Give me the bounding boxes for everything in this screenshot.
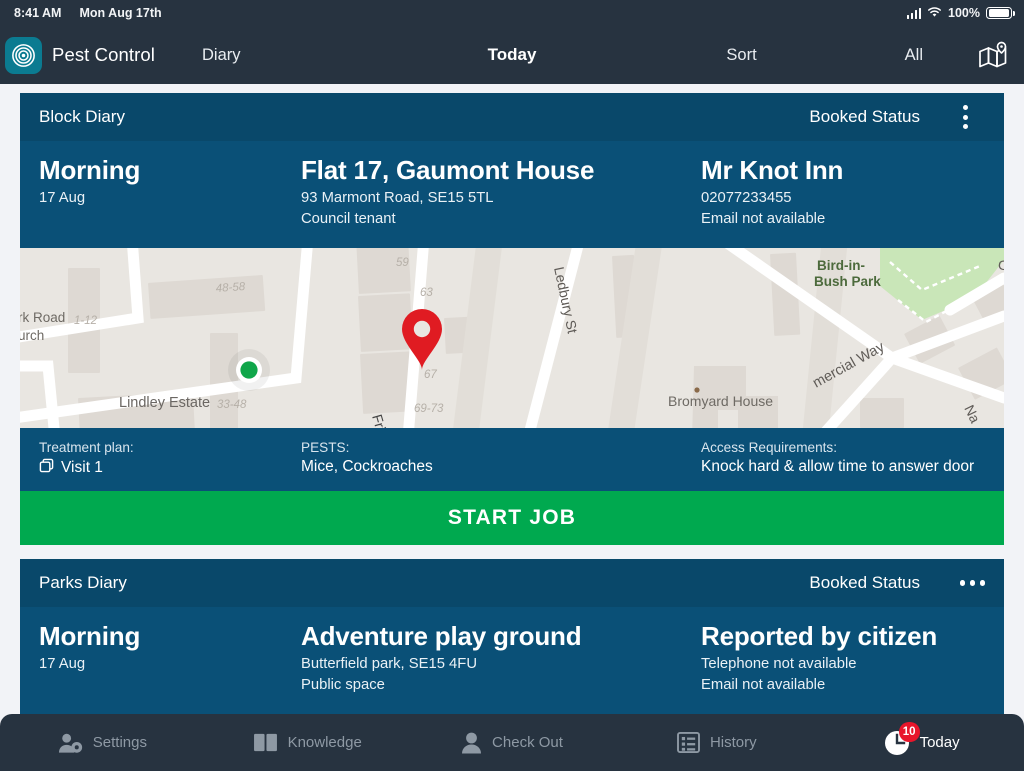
site-type: Council tenant	[301, 211, 396, 228]
site-column: Flat 17, Gaumont House 93 Marmont Road, …	[301, 155, 701, 230]
treatment-plan-value: Visit 1	[61, 459, 103, 477]
tab-label: Settings	[92, 734, 147, 751]
cellular-signal-icon	[906, 7, 922, 19]
svg-text:Bush Park: Bush Park	[814, 274, 881, 289]
contact-email: Email not available	[701, 211, 826, 228]
site-type: Public space	[301, 677, 385, 694]
contact-name: Reported by citizen	[701, 621, 938, 652]
battery-percent: 100%	[948, 6, 980, 20]
treatment-plan-block: Treatment plan: Visit 1	[39, 440, 301, 478]
overflow-menu-horizontal-icon[interactable]	[945, 580, 985, 586]
status-date: Mon Aug 17th	[79, 6, 162, 20]
open-book-icon	[253, 732, 278, 753]
access-block: Access Requirements: Knock hard & allow …	[701, 440, 985, 478]
contact-phone: Telephone not available	[701, 656, 857, 673]
tab-label: History	[709, 734, 757, 751]
svg-text:rk Road: rk Road	[20, 310, 65, 325]
diary-type-label: Parks Diary	[39, 573, 127, 593]
appointment-date: 17 Aug	[39, 190, 86, 207]
status-badge: Booked Status	[809, 573, 920, 593]
svg-text:69-73: 69-73	[414, 403, 444, 415]
target-logo-icon	[5, 36, 42, 74]
appointment-period: Morning	[39, 621, 141, 652]
clock-icon: 10	[884, 721, 920, 756]
job-details-strip: Treatment plan: Visit 1 PESTS: Mice, Coc…	[20, 428, 1004, 491]
svg-text:Bird-in-: Bird-in-	[817, 258, 865, 273]
appointment-time-column: Morning 17 Aug	[39, 155, 301, 230]
contact-email: Email not available	[701, 677, 826, 694]
start-job-button[interactable]: START JOB	[20, 491, 1004, 546]
list-icon	[676, 732, 700, 753]
treatment-plan-value-row: Visit 1	[39, 458, 301, 478]
tab-settings[interactable]: Settings	[0, 732, 205, 754]
person-icon	[461, 732, 482, 754]
pests-value: Mice, Cockroaches	[301, 458, 433, 476]
svg-text:59: 59	[396, 257, 409, 269]
svg-text:Lindley Estate: Lindley Estate	[119, 395, 210, 411]
wifi-icon	[927, 6, 942, 21]
access-requirements-label: Access Requirements:	[701, 440, 837, 456]
contact-phone: 02077233455	[701, 190, 792, 207]
nav-all-filter-button[interactable]: All	[905, 46, 923, 65]
current-location-dot-icon	[228, 349, 270, 392]
diary-card-block[interactable]: Block Diary Booked Status Morning 17 Aug…	[20, 93, 1004, 546]
contact-column: Mr Knot Inn 02077233455 Email not availa…	[701, 155, 985, 230]
site-address: 93 Marmont Road, SE15 5TL	[301, 190, 494, 207]
app-nav-bar: Pest Control Diary Today Sort All	[0, 26, 1024, 84]
tab-knowledge[interactable]: Knowledge	[205, 732, 410, 753]
site-address: Butterfield park, SE15 4FU	[301, 656, 478, 673]
pests-label: PESTS:	[301, 440, 350, 456]
card-header: Parks Diary Booked Status	[20, 559, 1004, 608]
tab-history[interactable]: History	[614, 732, 819, 753]
status-time: 8:41 AM	[14, 6, 62, 20]
tab-today[interactable]: 10 Today	[819, 721, 1024, 756]
user-settings-icon	[58, 732, 83, 754]
map-pin-icon[interactable]	[978, 41, 1010, 70]
tab-label: Today	[919, 734, 960, 751]
contact-name: Mr Knot Inn	[701, 155, 844, 185]
svg-text:48-58: 48-58	[215, 281, 246, 295]
svg-text:67: 67	[424, 369, 437, 381]
today-badge-count: 10	[898, 721, 920, 742]
battery-full-icon	[986, 6, 1015, 20]
diary-card-parks[interactable]: Parks Diary Booked Status Morning 17 Aug…	[20, 559, 1004, 715]
appointment-time-column: Morning 17 Aug	[39, 621, 301, 696]
contact-column: Reported by citizen Telephone not availa…	[701, 621, 985, 696]
bottom-tab-bar: Settings Knowledge Check Out History 10 …	[0, 714, 1024, 771]
svg-text:urch: urch	[20, 328, 44, 343]
copy-layers-icon	[39, 458, 54, 478]
svg-text:63: 63	[420, 287, 433, 299]
card-body: Morning 17 Aug Flat 17, Gaumont House 93…	[20, 141, 1004, 248]
site-title: Flat 17, Gaumont House	[301, 155, 595, 185]
svg-text:Bromyard House: Bromyard House	[668, 393, 773, 409]
map-canvas: rk Road urch Lindley Estate 1-12 48-58 5…	[20, 248, 1004, 429]
nav-sort-button[interactable]: Sort	[726, 46, 756, 65]
tab-check-out[interactable]: Check Out	[410, 732, 615, 754]
site-title: Adventure play ground	[301, 621, 582, 652]
treatment-plan-label: Treatment plan:	[39, 440, 134, 456]
appointment-period: Morning	[39, 155, 141, 185]
tab-label: Knowledge	[287, 734, 362, 751]
svg-text:1-12: 1-12	[74, 315, 98, 327]
app-brand-title: Pest Control	[52, 44, 155, 65]
access-requirements-value: Knock hard & allow time to answer door	[701, 458, 975, 476]
diary-type-label: Block Diary	[39, 107, 125, 126]
nav-diary-button[interactable]: Diary	[202, 46, 241, 65]
overflow-menu-vertical-icon[interactable]	[945, 105, 985, 129]
svg-text:33-48: 33-48	[217, 399, 247, 411]
site-column: Adventure play ground Butterfield park, …	[301, 621, 701, 696]
status-bar: 8:41 AM Mon Aug 17th 100%	[0, 0, 1024, 26]
tab-label: Check Out	[492, 734, 563, 751]
location-map[interactable]: rk Road urch Lindley Estate 1-12 48-58 5…	[20, 248, 1004, 429]
nav-today-title: Today	[487, 45, 537, 64]
card-header: Block Diary Booked Status	[20, 93, 1004, 141]
pests-block: PESTS: Mice, Cockroaches	[301, 440, 701, 478]
card-body: Morning 17 Aug Adventure play ground But…	[20, 607, 1004, 714]
status-badge: Booked Status	[809, 107, 920, 126]
diary-list[interactable]: Block Diary Booked Status Morning 17 Aug…	[0, 84, 1024, 771]
appointment-date: 17 Aug	[39, 656, 86, 673]
svg-text:C: C	[998, 257, 1004, 273]
